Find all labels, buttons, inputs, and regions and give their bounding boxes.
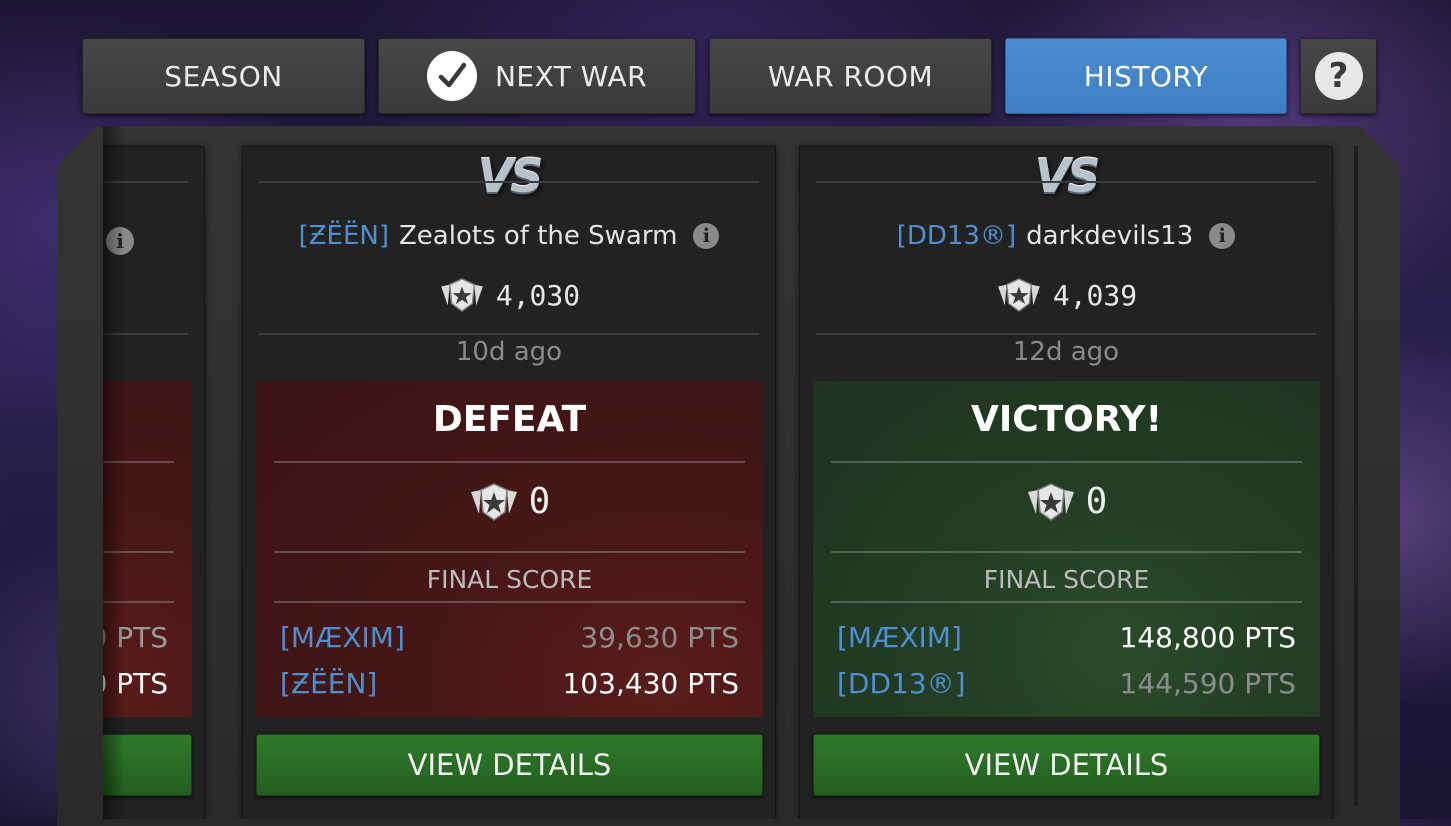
timestamp: 12d ago (1012, 337, 1120, 367)
war-card-defeat[interactable]: VS [ƵËËN] Zealots of the Swarm i 4,030 1… (242, 146, 776, 819)
tab-label: SEASON (164, 59, 283, 93)
score-row: [MÆXIM] 39,630 PTS (280, 621, 739, 654)
result-panel-victory: VICTORY! 0 FINAL SCORE [MÆXIM] 148,800 P… (813, 381, 1320, 717)
rating-points: 0 (1085, 481, 1108, 522)
war-rating-icon (470, 482, 517, 521)
view-details-button[interactable]: VIEW DETAILS (813, 734, 1320, 796)
war-rating: 4,030 (495, 278, 581, 312)
result-title: DEFEAT (432, 399, 587, 440)
result-panel-defeat: DEFEAT 0 FINAL SCORE [MÆXIM] 39,630 PTS … (256, 381, 763, 717)
check-icon (426, 51, 477, 101)
alliance-tag: [ƵËËN] (280, 667, 378, 700)
alliance-tag: [MÆXIM] (837, 621, 962, 654)
score-row: [ƵËËN] 103,430 PTS (280, 667, 739, 700)
next-card-edge (1354, 146, 1358, 806)
war-rating-icon (998, 278, 1040, 312)
opponent-name: darkdevils13 (1026, 221, 1194, 251)
info-icon[interactable]: i (1209, 223, 1236, 249)
rating-row: 4,030 (243, 277, 775, 313)
tab-label: HISTORY (1083, 59, 1209, 93)
help-icon: ? (1314, 52, 1363, 100)
alliance-score: 148,800 PTS (1119, 621, 1296, 654)
opponent-name: Zealots of the Swarm (399, 221, 678, 251)
rating-points: 0 (528, 481, 551, 522)
help-button[interactable]: ? (1300, 38, 1377, 114)
opponent-tag: [DD13®] (896, 221, 1017, 251)
war-card-victory[interactable]: VS [DD13®] darkdevils13 i 4,039 12d ago … (799, 146, 1333, 819)
alliance-score: 144,590 PTS (1119, 667, 1296, 700)
alliance-tag: [MÆXIM] (280, 621, 405, 654)
result-title: VICTORY! (970, 399, 1163, 440)
view-details-button[interactable]: VIEW DETAILS (256, 734, 763, 796)
alliance-score: 103,430 PTS (562, 667, 739, 700)
rating-points-row: 0 (256, 481, 763, 522)
tab-war-room[interactable]: WAR ROOM (709, 38, 992, 114)
score-row: [DD13®] 144,590 PTS (837, 667, 1296, 700)
alliance-tag: [DD13®] (837, 667, 966, 700)
war-rating: 4,039 (1052, 278, 1138, 312)
tab-label: NEXT WAR (494, 59, 648, 93)
opponent-row: [DD13®] darkdevils13 i (800, 221, 1332, 251)
war-rating-icon (441, 278, 483, 312)
carousel-fade (103, 126, 125, 819)
timestamp: 10d ago (455, 337, 563, 367)
alliance-score: 39,630 PTS (580, 621, 739, 654)
war-rating-icon (1027, 482, 1074, 521)
opponent-row: [ƵËËN] Zealots of the Swarm i (243, 221, 775, 251)
vs-emblem: VS (477, 149, 544, 203)
final-score-label: FINAL SCORE (426, 565, 593, 594)
tab-history[interactable]: HISTORY (1005, 38, 1287, 114)
tab-season[interactable]: SEASON (82, 38, 365, 114)
vs-emblem: VS (1034, 149, 1101, 203)
score-row: [MÆXIM] 148,800 PTS (837, 621, 1296, 654)
tab-next-war[interactable]: NEXT WAR (378, 38, 696, 114)
war-history-carousel[interactable]: i 0 PTS 0 PTS VS [ƵËËN] Zealots of the S… (103, 126, 1358, 819)
opponent-tag: [ƵËËN] (298, 221, 389, 251)
rating-row: 4,039 (800, 277, 1332, 313)
final-score-label: FINAL SCORE (983, 565, 1150, 594)
info-icon[interactable]: i (693, 223, 720, 249)
tab-label: WAR ROOM (767, 59, 934, 93)
rating-points-row: 0 (813, 481, 1320, 522)
